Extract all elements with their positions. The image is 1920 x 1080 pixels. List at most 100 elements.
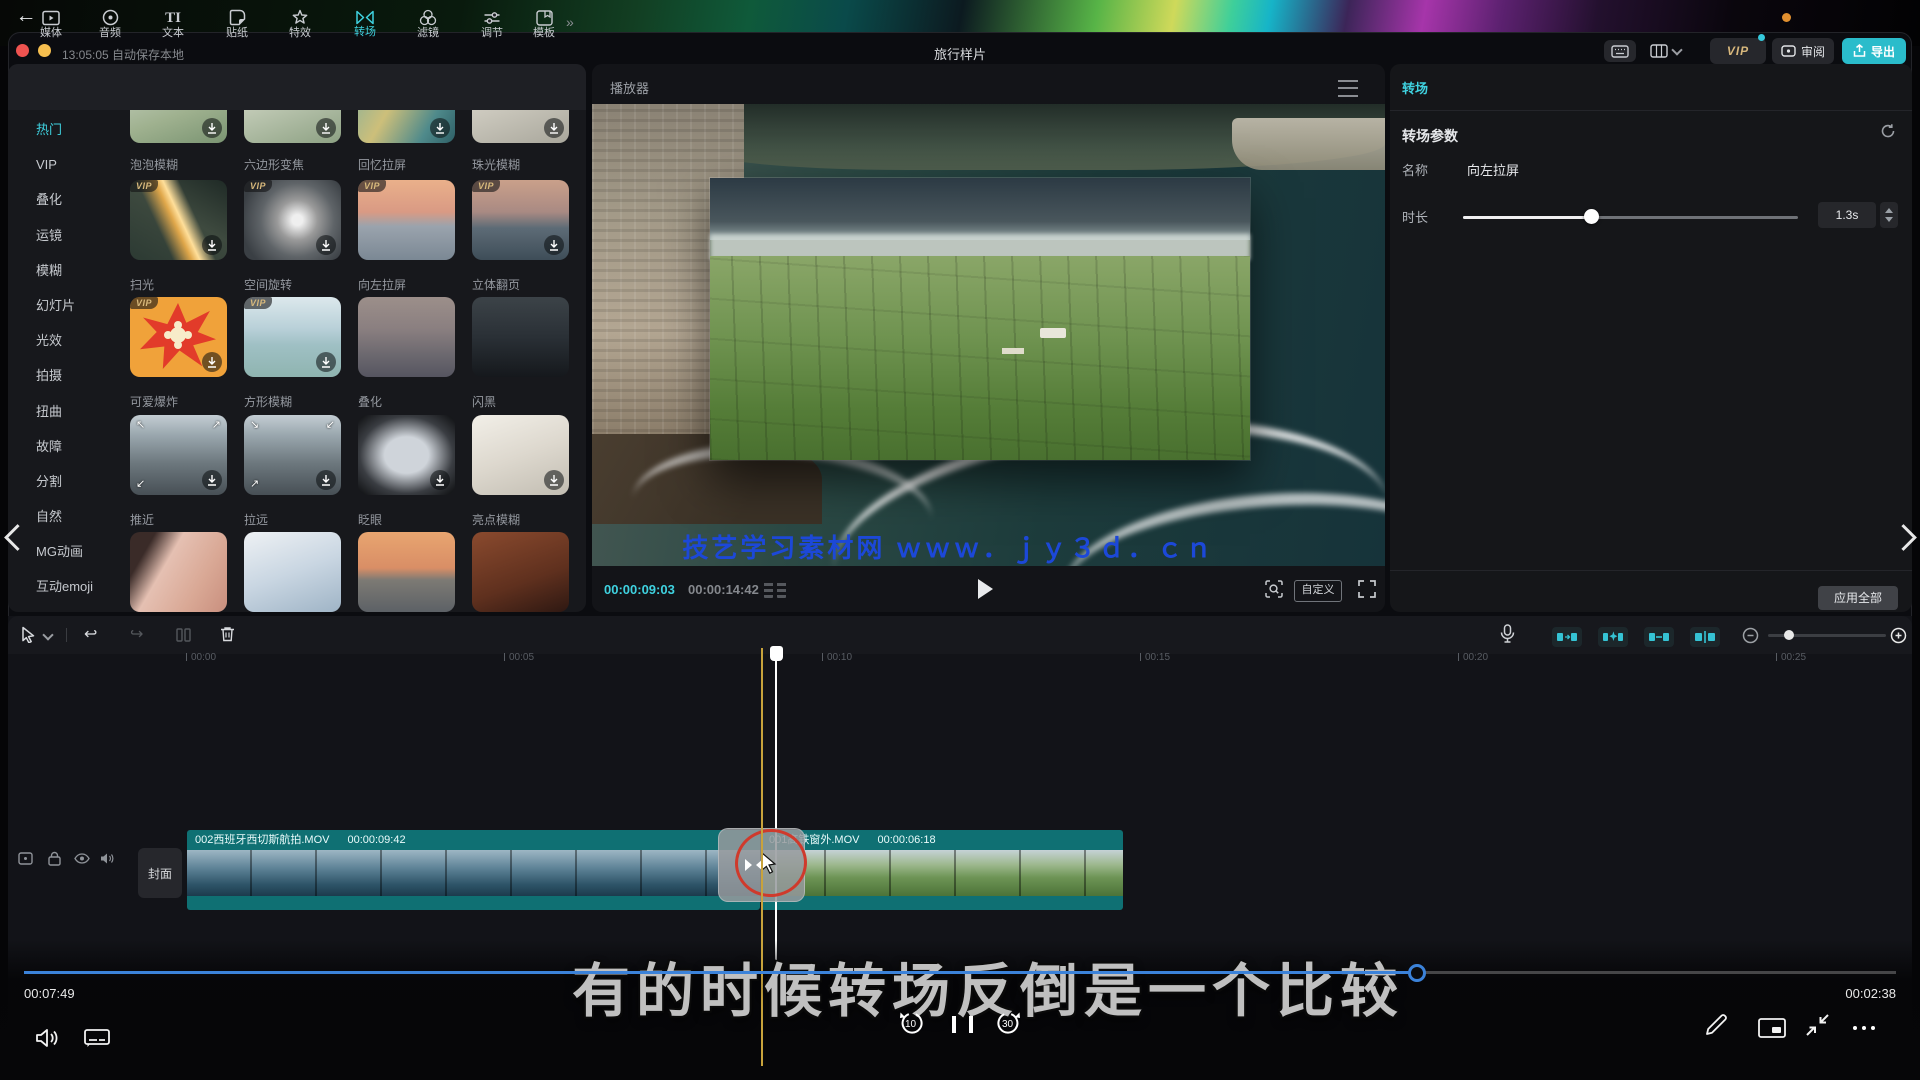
- tab-audio[interactable]: 音频: [81, 4, 139, 44]
- pip-mode-icon[interactable]: [1758, 1018, 1786, 1038]
- record-voiceover-icon[interactable]: [1500, 624, 1515, 644]
- window-minimize-button[interactable]: [38, 44, 51, 57]
- zoom-in-icon[interactable]: [1890, 627, 1907, 644]
- fullscreen-icon[interactable]: [1357, 579, 1377, 599]
- undo-icon[interactable]: ↩: [84, 627, 97, 643]
- download-icon[interactable]: [202, 118, 222, 138]
- transition-card[interactable]: ↖↗↙: [130, 415, 227, 495]
- forward-30-icon[interactable]: 30: [994, 1010, 1024, 1036]
- preview-axis-toggle[interactable]: [1690, 627, 1720, 647]
- download-icon[interactable]: [430, 118, 450, 138]
- category-vip[interactable]: VIP: [8, 147, 114, 182]
- duration-value-field[interactable]: 1.3s: [1818, 202, 1876, 228]
- tab-media[interactable]: 媒体: [22, 4, 80, 44]
- category-split[interactable]: 分割: [8, 464, 114, 499]
- category-nature[interactable]: 自然: [8, 499, 114, 534]
- mute-track-icon[interactable]: [100, 852, 115, 865]
- transition-card[interactable]: [358, 297, 455, 377]
- category-warp[interactable]: 扭曲: [8, 394, 114, 429]
- cover-button[interactable]: 封面: [138, 848, 182, 898]
- transition-card[interactable]: ↘↙↗: [244, 415, 341, 495]
- preview-quality-icon[interactable]: [1264, 579, 1284, 599]
- download-icon[interactable]: [430, 470, 450, 490]
- download-icon[interactable]: [316, 352, 336, 372]
- download-icon[interactable]: [202, 352, 222, 372]
- transition-card[interactable]: VIP: [130, 297, 227, 377]
- main-track-icon[interactable]: [18, 852, 33, 865]
- timeline-clip-2[interactable]: 001高铁窗外.MOV00:00:06:18: [761, 830, 1123, 910]
- magnetic-snap-toggle[interactable]: [1552, 627, 1582, 647]
- pause-button[interactable]: [952, 1016, 973, 1033]
- category-camera-move[interactable]: 运镜: [8, 218, 114, 253]
- category-light[interactable]: 光效: [8, 323, 114, 358]
- delete-icon[interactable]: [220, 626, 235, 642]
- more-tabs-icon[interactable]: »: [566, 14, 574, 30]
- transition-card[interactable]: VIP: [472, 180, 569, 260]
- download-icon[interactable]: [316, 235, 336, 255]
- review-button[interactable]: 审阅: [1772, 38, 1834, 64]
- apply-all-button[interactable]: 应用全部: [1818, 586, 1898, 610]
- custom-resolution-button[interactable]: 自定义: [1294, 580, 1342, 602]
- redo-icon[interactable]: ↪: [130, 627, 143, 643]
- transition-card[interactable]: [472, 297, 569, 377]
- shortcut-keyboard-button[interactable]: [1604, 40, 1636, 62]
- tab-adjust[interactable]: 调节: [463, 4, 521, 44]
- rewind-10-icon[interactable]: 10: [896, 1010, 926, 1036]
- category-glitch[interactable]: 故障: [8, 429, 114, 464]
- stepper-down-icon[interactable]: [1885, 217, 1893, 222]
- subtitle-toggle-icon[interactable]: [84, 1029, 110, 1048]
- zoom-out-icon[interactable]: [1742, 627, 1759, 644]
- exit-fullscreen-icon[interactable]: [1805, 1013, 1830, 1037]
- lock-track-icon[interactable]: [48, 851, 61, 866]
- download-icon[interactable]: [544, 118, 564, 138]
- transition-card[interactable]: [130, 532, 227, 612]
- hide-track-icon[interactable]: [74, 853, 90, 864]
- transition-card[interactable]: VIP: [244, 180, 341, 260]
- download-icon[interactable]: [316, 470, 336, 490]
- more-options-icon[interactable]: [1853, 1026, 1875, 1030]
- transition-card[interactable]: VIP: [130, 180, 227, 260]
- link-clips-toggle[interactable]: [1644, 627, 1674, 647]
- compare-preview-icon[interactable]: [764, 581, 786, 598]
- auto-snap-toggle[interactable]: [1598, 627, 1628, 647]
- transition-card[interactable]: [472, 415, 569, 495]
- tab-template[interactable]: 模板: [522, 4, 566, 44]
- timeline-zoom-handle[interactable]: [1784, 630, 1794, 640]
- category-slideshow[interactable]: 幻灯片: [8, 288, 114, 323]
- transition-card[interactable]: [358, 415, 455, 495]
- transition-card[interactable]: [244, 532, 341, 612]
- playhead-handle[interactable]: [770, 646, 783, 661]
- transition-card[interactable]: [472, 532, 569, 612]
- tab-text[interactable]: TI 文本: [144, 4, 202, 44]
- volume-icon[interactable]: [36, 1028, 60, 1048]
- transition-card[interactable]: [358, 110, 455, 143]
- vip-button[interactable]: VIP: [1710, 38, 1766, 64]
- duration-stepper[interactable]: [1880, 202, 1898, 228]
- layout-switch-button[interactable]: [1644, 40, 1686, 62]
- edit-pencil-icon[interactable]: [1703, 1012, 1729, 1038]
- stepper-up-icon[interactable]: [1885, 208, 1893, 213]
- export-button[interactable]: 导出: [1842, 38, 1906, 64]
- reset-icon[interactable]: [1880, 123, 1896, 139]
- category-blur[interactable]: 模糊: [8, 253, 114, 288]
- download-icon[interactable]: [202, 470, 222, 490]
- download-icon[interactable]: [316, 118, 336, 138]
- select-tool-icon[interactable]: [20, 626, 36, 643]
- timeline-clip-1[interactable]: 002西班牙西切斯航拍.MOV00:00:09:42: [187, 830, 760, 910]
- tab-effects[interactable]: 特效: [271, 4, 329, 44]
- download-icon[interactable]: [544, 235, 564, 255]
- transition-card[interactable]: VIP: [244, 297, 341, 377]
- transition-card[interactable]: [130, 110, 227, 143]
- category-emoji[interactable]: 互动emoji: [8, 569, 114, 604]
- transition-card[interactable]: [472, 110, 569, 143]
- duration-slider-handle[interactable]: [1584, 209, 1599, 224]
- download-icon[interactable]: [202, 235, 222, 255]
- tab-sticker[interactable]: 贴纸: [208, 4, 266, 44]
- tab-filters[interactable]: 滤镜: [399, 4, 457, 44]
- category-hot[interactable]: 热门: [8, 112, 114, 147]
- transition-card[interactable]: [244, 110, 341, 143]
- inspector-tab-transition[interactable]: 转场: [1402, 78, 1428, 97]
- transition-card[interactable]: [358, 532, 455, 612]
- category-dissolve[interactable]: 叠化: [8, 182, 114, 217]
- video-progress-handle[interactable]: [1408, 964, 1426, 982]
